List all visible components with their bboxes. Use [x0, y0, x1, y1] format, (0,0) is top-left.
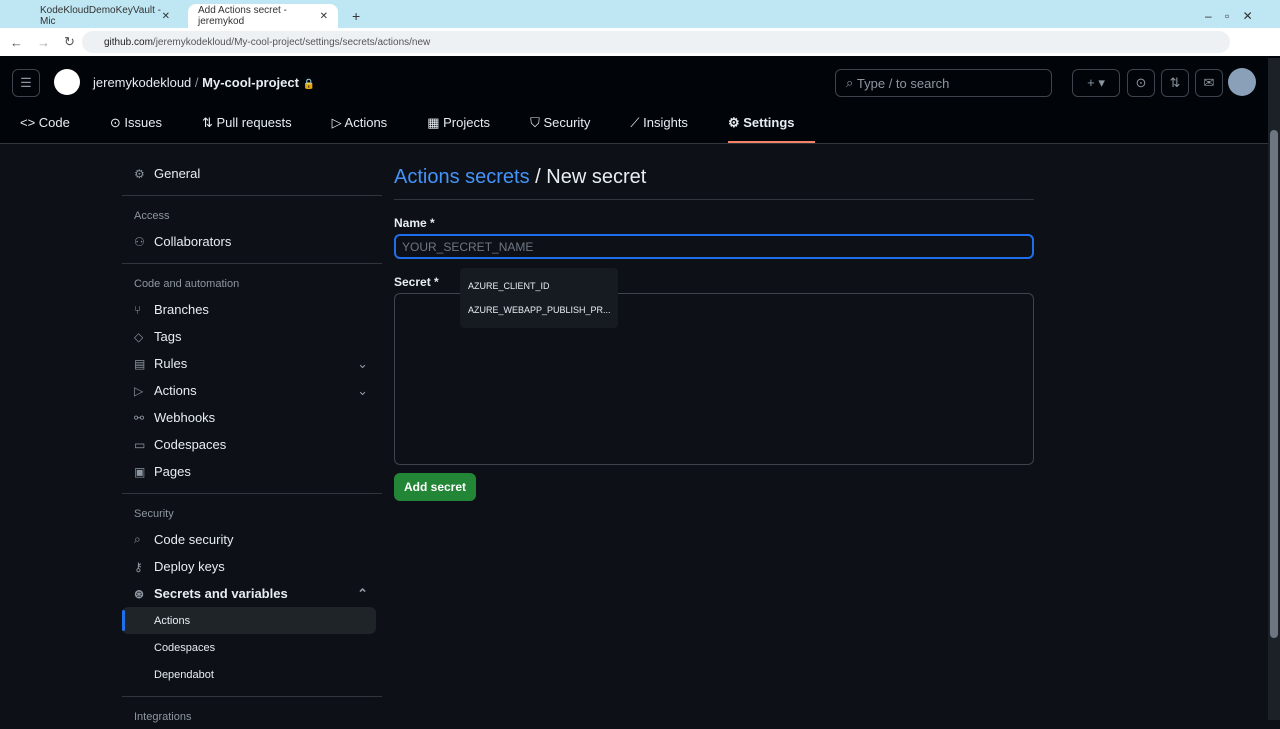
people-icon: ⚇ [134, 234, 145, 249]
section-heading: Integrations [134, 711, 192, 723]
github-logo-icon[interactable] [54, 69, 80, 95]
github-header: ☰ jeremykodekloud / My-cool-project 🔒 ⌕ … [0, 56, 1280, 144]
sidebar-item-pages[interactable]: ▣ Pages [122, 458, 382, 485]
gear-icon: ⚙ [134, 166, 145, 181]
tab-security[interactable]: ⛉ Security [530, 115, 610, 143]
section-heading: Code and automation [134, 278, 240, 290]
search-icon: ⌕ [846, 75, 857, 90]
sidebar-item-codespaces[interactable]: ▭ Codespaces [122, 431, 382, 458]
codespaces-icon: ▭ [134, 437, 146, 452]
search-input[interactable]: ⌕ Type / to search [835, 69, 1052, 97]
autocomplete-dropdown: AZURE_CLIENT_ID AZURE_WEBAPP_PUBLISH_PR.… [460, 268, 618, 328]
owner-link[interactable]: jeremykodekloud [93, 75, 191, 90]
url-field[interactable]: github.com/jeremykodekloud/My-cool-proje… [82, 31, 1230, 53]
inbox-icon[interactable]: ✉ [1195, 69, 1223, 97]
chevron-up-icon[interactable]: ⌃ [357, 586, 368, 602]
tab-code[interactable]: <> Code [20, 115, 90, 143]
pages-icon: ▣ [134, 464, 146, 479]
webhook-icon: ⚯ [134, 410, 145, 425]
sidebar-item-branches[interactable]: ⑂ Branches [122, 296, 382, 323]
avatar[interactable] [1228, 68, 1256, 96]
browser-tab-active[interactable]: Add Actions secret - jeremykod ✕ [188, 4, 338, 28]
lock-icon: 🔒 [302, 79, 316, 90]
branch-icon: ⑂ [134, 302, 142, 317]
add-secret-button[interactable]: Add secret [394, 473, 477, 501]
autocomplete-option[interactable]: AZURE_CLIENT_ID [468, 274, 610, 298]
section-heading: Access [134, 210, 170, 222]
section-heading: Security [134, 508, 174, 520]
close-icon[interactable]: ✕ [320, 11, 328, 22]
scrollbar-thumb[interactable] [1270, 130, 1278, 638]
window-controls[interactable]: – ▫ ✕ [1195, 4, 1263, 28]
menu-icon[interactable]: ☰ [12, 69, 40, 97]
sidebar-item-secrets-and-variables[interactable]: ⊛ Secrets and variables ⌃ [122, 580, 382, 607]
rules-icon: ▤ [134, 356, 146, 371]
page-title: Actions secrets / New secret [394, 166, 1034, 200]
repo-nav: <> Code ⊙ Issues ⇅ Pull requests ▷ Actio… [20, 115, 835, 143]
actions-secrets-link[interactable]: Actions secrets [394, 166, 530, 188]
tab-actions[interactable]: ▷ Actions [332, 115, 408, 143]
forward-icon[interactable]: → [37, 35, 50, 50]
asterisk-icon: ⊛ [134, 586, 145, 601]
settings-sidebar: ⚙ General Access ⚇ Collaborators Code and … [122, 160, 382, 729]
browser-tab[interactable]: KodeKloudDemoKeyVault - Mic ✕ [30, 4, 180, 28]
browser-tab-strip: KodeKloudDemoKeyVault - Mic ✕ Add Actions… [0, 0, 1280, 28]
autocomplete-option[interactable]: AZURE_WEBAPP_PUBLISH_PR... [468, 298, 611, 322]
tab-issues[interactable]: ⊙ Issues [110, 115, 182, 143]
key-icon: ⚷ [134, 559, 143, 574]
sidebar-item-tags[interactable]: ◇ Tags [122, 323, 382, 350]
new-secret-form: Actions secrets / New secret Name * YOUR… [394, 166, 1034, 501]
search-shield-icon: ⌕ [134, 532, 141, 546]
tag-icon: ◇ [134, 329, 144, 344]
name-label: Name * [394, 216, 435, 230]
new-tab-icon[interactable]: + [342, 4, 370, 28]
sidebar-item-code-security[interactable]: ⌕ Code security [122, 526, 382, 553]
address-bar-row: ← → ↻ github.com/jeremykodekloud/My-cool… [0, 28, 1280, 56]
sidebar-item-collaborators[interactable]: ⚇ Collaborators [122, 228, 382, 255]
tab-pull-requests[interactable]: ⇅ Pull requests [202, 115, 312, 143]
scrollbar[interactable] [1268, 58, 1280, 720]
sidebar-item-general[interactable]: ⚙ General [122, 160, 382, 187]
tab-settings[interactable]: ⚙ Settings [727, 115, 815, 143]
tab-insights[interactable]: ⟋ Insights [630, 115, 708, 143]
issues-icon[interactable]: ⊙ [1127, 69, 1155, 97]
pull-requests-icon[interactable]: ⇅ [1161, 69, 1189, 97]
chevron-down-icon[interactable]: ⌄ [357, 356, 368, 372]
sidebar-subitem-actions[interactable]: Actions [122, 607, 376, 634]
repo-link[interactable]: My-cool-project [202, 75, 299, 90]
chevron-down-icon[interactable]: ⌄ [357, 383, 368, 399]
sidebar-item-deploy-keys[interactable]: ⚷ Deploy keys [122, 553, 382, 580]
back-icon[interactable]: ← [10, 35, 23, 50]
reload-icon[interactable]: ↻ [64, 34, 75, 50]
tab-projects[interactable]: ▦ Projects [427, 115, 510, 143]
sidebar-subitem-codespaces[interactable]: Codespaces [122, 634, 382, 661]
play-icon: ▷ [134, 383, 144, 398]
sidebar-item-actions[interactable]: ▷ Actions ⌄ [122, 377, 382, 404]
sidebar-item-webhooks[interactable]: ⚯ Webhooks [122, 404, 382, 431]
close-icon[interactable]: ✕ [162, 11, 170, 22]
sidebar-item-rules[interactable]: ▤ Rules ⌄ [122, 350, 382, 377]
name-input[interactable]: YOUR_SECRET_NAME [394, 234, 1034, 259]
sidebar-subitem-dependabot[interactable]: Dependabot [122, 661, 382, 688]
create-new-button[interactable]: + ▾ [1072, 69, 1120, 97]
